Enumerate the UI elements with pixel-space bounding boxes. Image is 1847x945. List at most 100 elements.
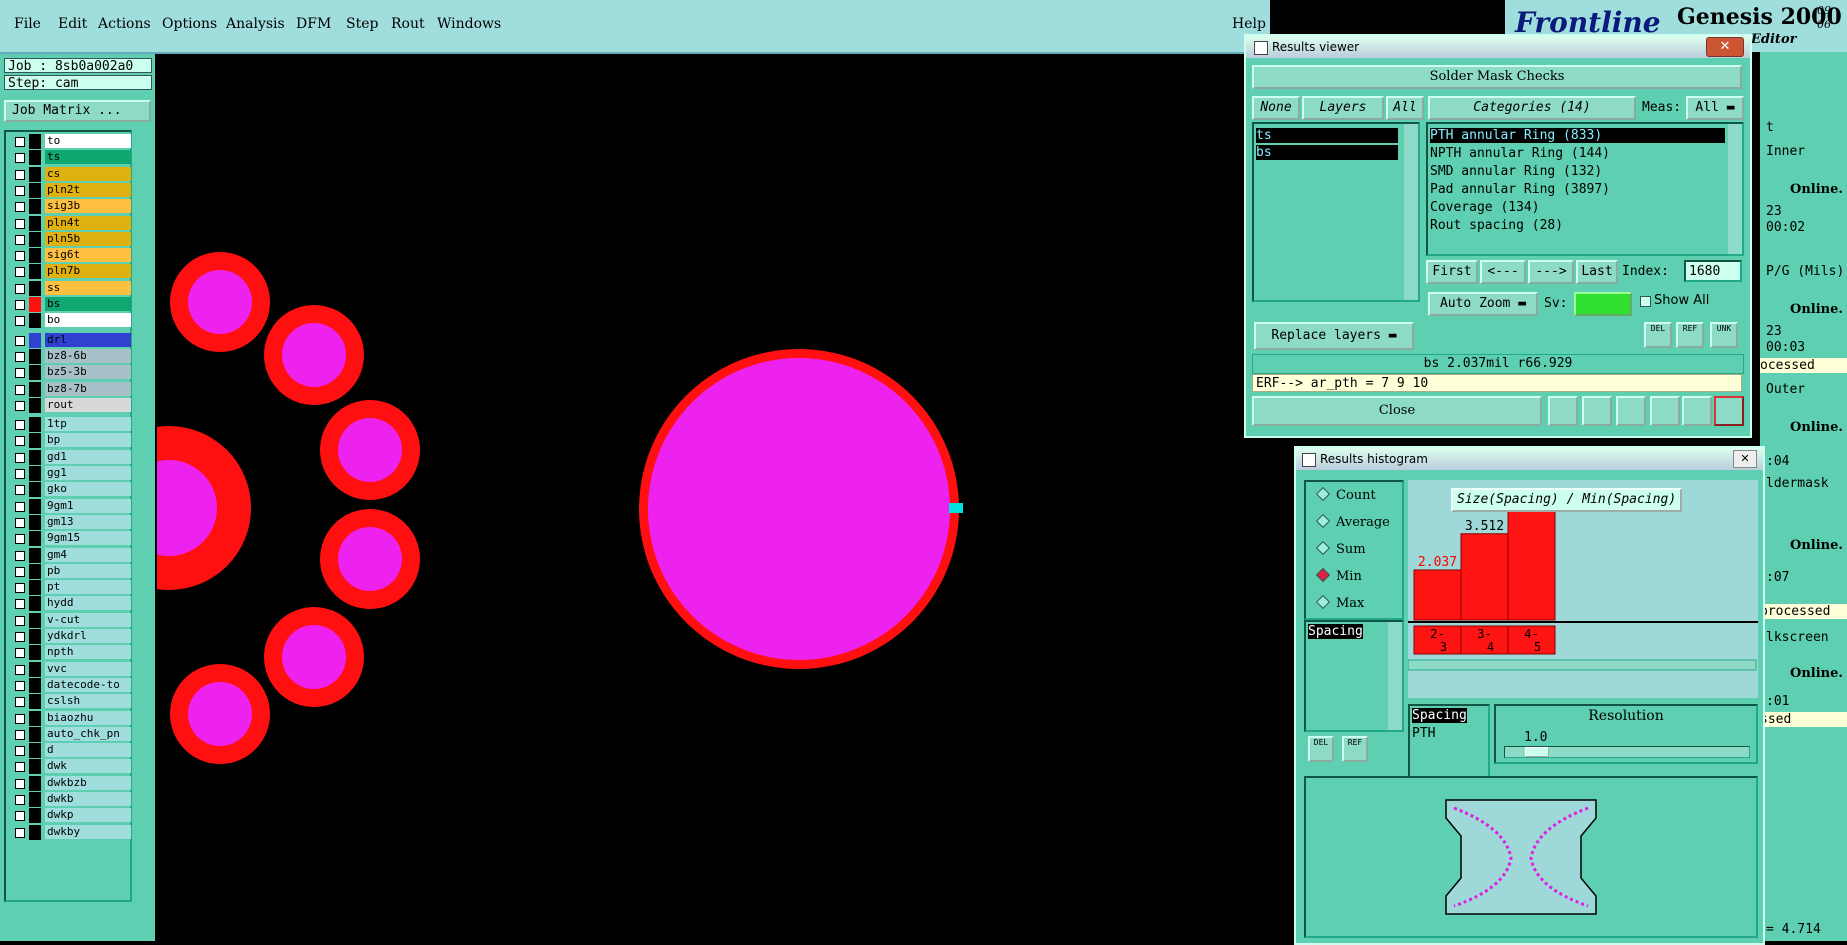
layer-checkbox[interactable] xyxy=(15,615,25,626)
layer-checkbox[interactable] xyxy=(15,420,25,431)
layer-row-bs[interactable]: bs xyxy=(9,297,131,312)
ref-button[interactable]: REF xyxy=(1342,736,1368,762)
unk-button[interactable]: UNK xyxy=(1710,322,1738,348)
layer-row-gd1[interactable]: gd1 xyxy=(9,449,131,465)
histogram-scrollbar[interactable] xyxy=(1407,659,1757,671)
list-item[interactable]: Coverage (134) xyxy=(1430,200,1540,215)
list-item[interactable]: ts xyxy=(1256,128,1398,143)
layer-checkbox[interactable] xyxy=(15,501,25,512)
layer-checkbox[interactable] xyxy=(15,400,25,411)
list-item[interactable]: SMD annular Ring (132) xyxy=(1430,164,1602,179)
layer-row-sig6t[interactable]: sig6t xyxy=(9,248,131,264)
layer-checkbox[interactable] xyxy=(15,746,25,757)
layer-row-to[interactable]: to xyxy=(9,134,131,149)
layer-checkbox[interactable] xyxy=(15,697,25,708)
layer-row-pln5b[interactable]: pln5b xyxy=(9,231,131,247)
auto-zoom-dropdown[interactable]: Auto Zoom ▬ xyxy=(1428,292,1538,316)
close-button[interactable]: Close xyxy=(1252,396,1542,426)
close-icon[interactable]: ✕ xyxy=(1706,37,1744,57)
menu-actions[interactable]: Actions xyxy=(98,16,151,32)
layer-checkbox[interactable] xyxy=(15,202,25,213)
layer-row-drl[interactable]: drl xyxy=(9,332,131,348)
layer-checkbox[interactable] xyxy=(15,234,25,245)
layer-row-biaozhu[interactable]: biaozhu xyxy=(9,710,131,726)
layers-list[interactable]: ts bs xyxy=(1252,122,1420,302)
layer-row-hydd[interactable]: hydd xyxy=(9,596,131,612)
list-item[interactable]: bs xyxy=(1256,145,1398,160)
none-button[interactable]: None xyxy=(1252,96,1300,120)
meas-dropdown[interactable]: All ▬ xyxy=(1686,96,1744,120)
menu-rout[interactable]: Rout xyxy=(391,16,425,32)
mode-max[interactable]: Max xyxy=(1315,594,1364,611)
list-item[interactable]: PTH xyxy=(1412,726,1435,741)
tool-icon[interactable] xyxy=(1548,396,1578,426)
menu-dfm[interactable]: DFM xyxy=(296,16,331,32)
layer-row-gko[interactable]: gko xyxy=(9,482,131,498)
mode-sum[interactable]: Sum xyxy=(1315,540,1366,557)
layer-checkbox[interactable] xyxy=(15,599,25,610)
ref-button[interactable]: REF xyxy=(1676,322,1704,348)
layer-row-v-cut[interactable]: v-cut xyxy=(9,612,131,628)
list-item[interactable]: Rout spacing (28) xyxy=(1430,218,1563,233)
layer-checkbox[interactable] xyxy=(15,169,25,180)
list-item[interactable]: NPTH annular Ring (144) xyxy=(1430,146,1610,161)
layer-checkbox[interactable] xyxy=(15,251,25,262)
layer-checkbox[interactable] xyxy=(15,550,25,561)
layer-row-pln2t[interactable]: pln2t xyxy=(9,182,131,198)
scrollbar[interactable] xyxy=(1388,622,1402,730)
list-item[interactable]: PTH annular Ring (833) xyxy=(1430,128,1725,143)
graphics-canvas[interactable] xyxy=(87,54,1247,941)
list-item[interactable]: Pad annular Ring (3897) xyxy=(1430,182,1610,197)
layer-row-cs[interactable]: cs xyxy=(9,166,131,182)
menu-options[interactable]: Options xyxy=(162,16,217,32)
layer-checkbox[interactable] xyxy=(15,795,25,805)
job-matrix-button[interactable]: Job Matrix ... xyxy=(4,100,151,122)
mode-count[interactable]: Count xyxy=(1315,486,1376,503)
histogram-bar[interactable] xyxy=(1413,569,1462,621)
layer-checkbox[interactable] xyxy=(15,762,25,773)
online-button[interactable]: Online. xyxy=(1790,538,1843,553)
layer-checkbox[interactable] xyxy=(15,185,25,196)
del-button[interactable]: DEL xyxy=(1308,736,1334,762)
slider-handle[interactable] xyxy=(1525,747,1549,757)
menu-help[interactable]: Help xyxy=(1232,16,1266,32)
layer-checkbox[interactable] xyxy=(15,632,25,642)
tool-icon[interactable] xyxy=(1582,396,1612,426)
layer-row-dwkp[interactable]: dwkp xyxy=(9,808,131,824)
layer-checkbox[interactable] xyxy=(15,452,25,463)
layer-row-pt[interactable]: pt xyxy=(9,580,131,596)
layer-row-bz8-7b[interactable]: bz8-7b xyxy=(9,381,131,397)
layer-checkbox[interactable] xyxy=(15,566,25,577)
menu-step[interactable]: Step xyxy=(346,16,378,32)
layer-row-dwkby[interactable]: dwkby xyxy=(9,824,131,840)
layer-row-dwk[interactable]: dwk xyxy=(9,759,131,775)
layer-row-auto_chk_pn[interactable]: auto_chk_pn xyxy=(9,726,131,742)
layer-checkbox[interactable] xyxy=(15,153,25,164)
histogram-bar[interactable] xyxy=(1460,533,1509,621)
layer-row-bo[interactable]: bo xyxy=(9,313,131,329)
layer-row-bz5-3b[interactable]: bz5-3b xyxy=(9,365,131,381)
resolution-slider[interactable] xyxy=(1504,746,1750,758)
layer-row-cslsh[interactable]: cslsh xyxy=(9,694,131,710)
online-button[interactable]: Online. xyxy=(1790,302,1843,317)
layer-checkbox[interactable] xyxy=(15,517,25,528)
layer-checkbox[interactable] xyxy=(15,335,25,346)
layer-row-bz8-6b[interactable]: bz8-6b xyxy=(9,348,131,364)
layer-checkbox[interactable] xyxy=(15,267,25,278)
layer-checkbox[interactable] xyxy=(15,384,25,395)
layer-checkbox[interactable] xyxy=(15,351,25,362)
layer-row-pln4t[interactable]: pln4t xyxy=(9,215,131,231)
layer-checkbox[interactable] xyxy=(15,368,25,379)
online-button[interactable]: Online. xyxy=(1790,666,1843,681)
prev-button[interactable]: <--- xyxy=(1480,260,1526,284)
tool-icon[interactable] xyxy=(1682,396,1712,426)
tool-icon[interactable] xyxy=(1650,396,1680,426)
layer-checkbox[interactable] xyxy=(15,680,25,691)
layer-checkbox[interactable] xyxy=(15,729,25,740)
layer-row-gm4[interactable]: gm4 xyxy=(9,547,131,563)
layer-checkbox[interactable] xyxy=(15,778,25,789)
layer-row-d[interactable]: d xyxy=(9,743,131,759)
layer-checkbox[interactable] xyxy=(15,485,25,496)
del-button[interactable]: DEL xyxy=(1644,322,1672,348)
layer-row-sig3b[interactable]: sig3b xyxy=(9,199,131,215)
